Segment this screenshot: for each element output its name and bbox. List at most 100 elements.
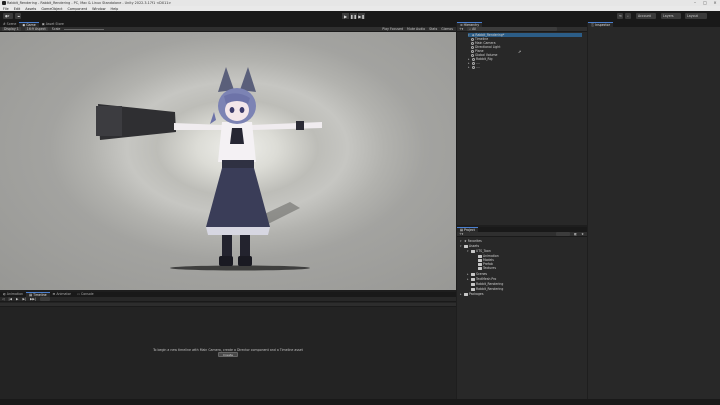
create-timeline-button[interactable]: Create	[218, 352, 238, 357]
menu-item-edit[interactable]: Edit	[14, 7, 21, 11]
left-eye	[229, 107, 235, 113]
floor-shadow	[170, 265, 310, 271]
project-tree-item[interactable]: ▾ Assets	[460, 244, 479, 248]
right-ear	[240, 67, 256, 92]
character-render	[96, 67, 322, 271]
menu-item-window[interactable]: Window	[92, 7, 105, 11]
next-frame-button[interactable]: ▶|	[22, 297, 26, 301]
tab-inspector[interactable]: ⓘ Inspector	[588, 22, 614, 27]
aspect-dropdown[interactable]: 16:9 Aspect	[24, 27, 48, 31]
scale-slider[interactable]	[64, 28, 105, 30]
skirt-frill	[206, 227, 270, 235]
step-button[interactable]: ▶❚	[358, 13, 365, 19]
expand-icon: ▾	[460, 244, 462, 248]
project-tree-item[interactable]: ▸ Packages	[460, 292, 483, 296]
project-tree-item[interactable]: ▾ ★ Favorites	[460, 239, 482, 243]
gizmos-dropdown[interactable]: Gizmos	[441, 27, 453, 31]
left-ear	[218, 67, 234, 92]
pause-button[interactable]: ❚❚	[350, 13, 357, 19]
star-icon: ★	[464, 239, 467, 243]
info-icon: ⓘ	[591, 22, 595, 27]
bow-tie	[230, 128, 244, 144]
play-button[interactable]: ▶	[342, 13, 349, 19]
hierarchy-search-input[interactable]: ⌕ All	[467, 27, 558, 31]
folder-icon	[471, 272, 475, 276]
project-tree-item[interactable]: Rabbit_Rendering	[467, 287, 503, 291]
account-dropdown[interactable]: Account	[636, 13, 656, 19]
expand-icon: ▸	[467, 277, 469, 281]
project-tree-item[interactable]: ▸ Scenes	[467, 272, 487, 276]
account-avatar-button[interactable]: ●▾	[3, 13, 13, 19]
project-tree-item[interactable]: ▾ UTS_Toon	[467, 249, 491, 253]
preview-button[interactable]: ◁	[2, 297, 4, 301]
timeline-toolbar: ◁ |◀ ▶ ▶| ▶▶|	[0, 297, 456, 302]
timeline-play-button[interactable]: ▶	[16, 297, 18, 301]
menu-item-gameobject[interactable]: GameObject	[41, 7, 62, 11]
inspector-tabstrip: ⓘ Inspector	[588, 22, 720, 27]
menu-item-component[interactable]: Component	[67, 7, 87, 11]
game-viewport[interactable]	[0, 32, 456, 290]
layout-dropdown[interactable]: Layout	[685, 13, 707, 19]
right-boot	[238, 256, 252, 266]
menu-item-file[interactable]: File	[3, 7, 9, 11]
expand-icon: ▾	[467, 249, 469, 253]
cloud-icon[interactable]: ☁	[15, 13, 21, 19]
sleeve-block	[96, 106, 122, 136]
window-title: Rabbit_Rendering - Rabbit_Rendering - PC…	[7, 1, 172, 5]
expand-icon: ▾	[460, 239, 462, 243]
folder-icon	[471, 277, 475, 281]
unity-logo-icon	[2, 1, 6, 5]
menu-item-assets[interactable]: Assets	[25, 7, 36, 11]
left-boot	[219, 256, 233, 266]
hierarchy-item[interactable]: ▸....	[468, 65, 480, 69]
folder-icon	[471, 287, 475, 291]
hierarchy-panel: ≡ Hierarchy +▾ ⌕ All ▾ ◈ Rabbit_Rendering* …	[457, 22, 587, 225]
prev-frame-button[interactable]: |◀	[8, 297, 12, 301]
project-tree-item[interactable]: Rabbit_Rendering	[467, 282, 503, 286]
folder-icon	[471, 249, 475, 253]
star-icon[interactable]: ★	[581, 232, 584, 236]
expand-icon: ▸	[460, 292, 462, 296]
right-eye	[239, 107, 245, 113]
project-tree-item[interactable]: Textures	[474, 266, 496, 270]
frame-field[interactable]	[39, 297, 50, 301]
scale-label: Scale	[51, 27, 61, 31]
main-toolbar: ●▾ ☁ ▶ ❚❚ ▶❚ ⟲ ⌕ Account Layers Layout	[0, 11, 720, 22]
folder-icon	[464, 292, 468, 296]
left-arm	[174, 123, 222, 130]
search-icon[interactable]: ⌕	[625, 13, 631, 19]
play-focused-toggle[interactable]: Play Focused	[382, 27, 403, 31]
project-search-input[interactable]	[556, 232, 571, 236]
prefab-icon	[472, 65, 475, 69]
layers-dropdown[interactable]: Layers	[661, 13, 681, 19]
expand-icon: ▸	[467, 272, 469, 276]
right-wrist-cuff	[296, 121, 304, 130]
menu-item-help[interactable]: Help	[111, 7, 119, 11]
status-bar	[0, 399, 720, 405]
game-panel: # Scene ◉ Game ▣ Asset Store Display 1 16:9…	[0, 22, 456, 290]
add-icon[interactable]: +▾	[459, 27, 463, 31]
skirt	[206, 168, 270, 227]
display-dropdown[interactable]: Display 1	[2, 27, 21, 31]
right-leg	[240, 235, 250, 257]
last-frame-button[interactable]: ▶▶|	[30, 297, 36, 301]
inspector-panel: ⓘ Inspector	[588, 22, 720, 399]
history-icon[interactable]: ⟲	[617, 13, 623, 19]
filter-icon[interactable]: ◧	[574, 232, 577, 236]
left-leg	[222, 235, 232, 257]
mute-audio-toggle[interactable]: Mute Audio	[407, 27, 425, 31]
project-toolbar: +▾ ◧ ★	[457, 232, 587, 237]
folder-icon	[478, 266, 482, 270]
folder-icon	[464, 244, 468, 248]
side-lock	[210, 112, 216, 124]
stats-toggle[interactable]: Stats	[429, 27, 437, 31]
project-tree-item[interactable]: ▸ TextMesh Pro	[467, 277, 496, 281]
play-controls: ▶ ❚❚ ▶❚	[342, 13, 365, 19]
expand-icon: ▸	[468, 65, 470, 69]
mouse-cursor-icon: ➚	[518, 49, 522, 54]
hierarchy-toolbar: +▾ ⌕ All	[457, 27, 587, 32]
add-icon[interactable]: +▾	[459, 232, 463, 236]
folder-icon	[471, 282, 475, 286]
timeline-ruler	[0, 303, 456, 307]
project-panel: ▤ Project +▾ ◧ ★ ▾ ★ Favorites ▾ Assets ▾ UTS…	[457, 227, 587, 399]
